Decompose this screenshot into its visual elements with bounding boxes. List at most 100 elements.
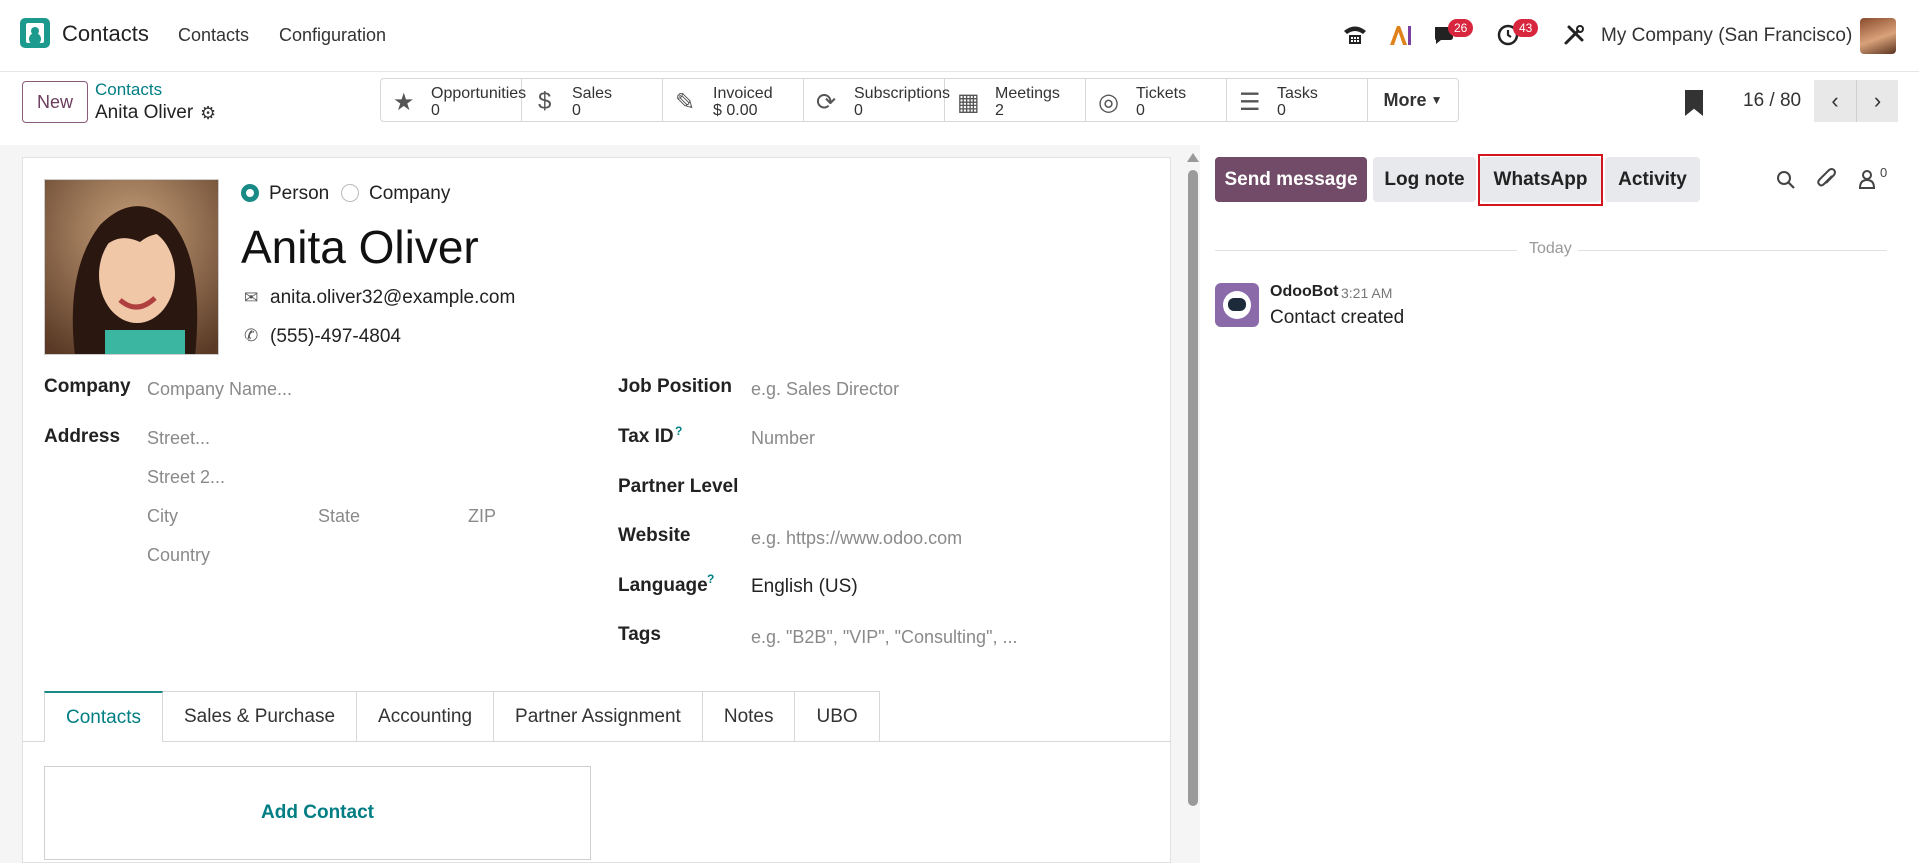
menu-contacts[interactable]: Contacts — [178, 25, 249, 46]
city-input[interactable]: City — [147, 506, 178, 527]
dollar-icon: $ — [538, 88, 552, 115]
send-message-button[interactable]: Send message — [1215, 157, 1367, 202]
contact-photo[interactable] — [44, 179, 219, 355]
email-field[interactable]: anita.oliver32@example.com — [270, 287, 515, 309]
breadcrumb-contacts[interactable]: Contacts — [95, 80, 162, 100]
scroll-up-arrow[interactable] — [1187, 153, 1199, 162]
tax-id-input[interactable]: Number — [751, 428, 815, 449]
pager-previous-button[interactable]: ‹ — [1814, 80, 1856, 122]
message-body: Contact created — [1270, 307, 1405, 328]
log-note-button[interactable]: Log note — [1373, 157, 1476, 202]
stat-value: 0 — [572, 102, 581, 119]
messages-badge: 26 — [1448, 19, 1474, 37]
tab-partner-assignment[interactable]: Partner Assignment — [494, 691, 703, 742]
more-button[interactable]: More ▼ — [1368, 79, 1458, 121]
state-input[interactable]: State — [318, 506, 360, 527]
message-time: 3:21 AM — [1341, 285, 1393, 301]
country-input[interactable]: Country — [147, 545, 210, 566]
smart-buttons: ★ Opportunities 0 $ Sales 0 ✎ Invoiced $… — [380, 78, 1459, 122]
job-position-input[interactable]: e.g. Sales Director — [751, 379, 899, 400]
partner-level-label: Partner Level — [618, 476, 739, 497]
user-avatar[interactable] — [1860, 18, 1896, 54]
search-icon[interactable] — [1776, 170, 1796, 190]
add-contact-button[interactable]: Add Contact — [44, 766, 591, 860]
ai-icon[interactable] — [1388, 24, 1412, 46]
stat-label: Meetings — [995, 85, 1060, 102]
address-label: Address — [44, 426, 121, 447]
website-input[interactable]: e.g. https://www.odoo.com — [751, 528, 962, 549]
stat-label: Invoiced — [713, 85, 773, 102]
lifebuoy-icon: ◎ — [1098, 89, 1119, 116]
more-label: More — [1383, 89, 1427, 110]
stat-label: Tickets — [1136, 85, 1187, 102]
tab-notes[interactable]: Notes — [702, 691, 796, 742]
refresh-icon: ⟳ — [816, 89, 837, 116]
menu-configuration[interactable]: Configuration — [279, 25, 386, 46]
stat-label: Sales — [572, 85, 613, 102]
stat-label: Opportunities — [431, 85, 527, 102]
tax-id-help[interactable]: ? — [675, 424, 682, 438]
stat-value: 0 — [1136, 102, 1145, 119]
person-radio[interactable] — [241, 184, 259, 202]
language-label: Language — [618, 575, 708, 596]
contact-name-field[interactable]: Anita Oliver — [241, 220, 479, 274]
tab-accounting[interactable]: Accounting — [357, 691, 495, 742]
meetings-button[interactable]: ▦ Meetings 2 — [945, 79, 1086, 121]
paperclip-icon[interactable] — [1816, 167, 1838, 191]
street2-input[interactable]: Street 2... — [147, 467, 225, 488]
message-author[interactable]: OdooBot — [1270, 283, 1338, 301]
opportunities-button[interactable]: ★ Opportunities 0 — [381, 79, 526, 121]
gear-icon[interactable]: ⚙ — [200, 103, 216, 124]
invoiced-button[interactable]: ✎ Invoiced $ 0.00 — [663, 79, 804, 121]
street-input[interactable]: Street... — [147, 428, 210, 449]
activity-button[interactable]: Activity — [1605, 157, 1700, 202]
contacts-app-icon[interactable] — [20, 18, 50, 48]
sales-button[interactable]: $ Sales 0 — [522, 79, 663, 121]
language-help[interactable]: ? — [707, 572, 714, 586]
subscriptions-button[interactable]: ⟳ Subscriptions 0 — [804, 79, 950, 121]
phone-icon[interactable] — [1342, 24, 1368, 46]
tickets-button[interactable]: ◎ Tickets 0 — [1086, 79, 1227, 121]
company-type-label[interactable]: Company — [369, 183, 450, 205]
tax-id-label: Tax ID — [618, 426, 674, 447]
stat-value: $ 0.00 — [713, 102, 758, 119]
activities-badge: 43 — [1513, 19, 1539, 37]
company-field-label: Company — [44, 376, 131, 397]
stat-label: Tasks — [1277, 85, 1318, 102]
phone-field[interactable]: (555)-497-4804 — [270, 326, 401, 348]
followers-count: 0 — [1880, 165, 1888, 180]
bookmark-icon[interactable] — [1685, 90, 1703, 116]
tags-input[interactable]: e.g. "B2B", "VIP", "Consulting", ... — [751, 627, 1017, 648]
debug-tools-icon[interactable] — [1563, 24, 1585, 46]
person-label[interactable]: Person — [269, 183, 329, 205]
app-title[interactable]: Contacts — [62, 21, 149, 47]
tasks-button[interactable]: ☰ Tasks 0 — [1227, 79, 1368, 121]
form-scrollbar[interactable] — [1188, 170, 1198, 806]
tab-contacts[interactable]: Contacts — [44, 691, 163, 742]
tab-sales-purchase[interactable]: Sales & Purchase — [162, 691, 358, 742]
tasks-icon: ☰ — [1239, 89, 1261, 116]
envelope-icon: ✉ — [244, 288, 259, 307]
job-position-label: Job Position — [618, 376, 732, 397]
phone-icon: ✆ — [244, 326, 259, 345]
date-separator-left — [1215, 250, 1517, 251]
stat-value: 0 — [854, 102, 863, 119]
portrait-image — [45, 180, 218, 354]
zip-input[interactable]: ZIP — [468, 506, 496, 527]
stat-value: 0 — [1277, 102, 1286, 119]
company-input[interactable]: Company Name... — [147, 379, 292, 400]
calendar-icon: ▦ — [957, 89, 980, 116]
pager-next-button[interactable]: › — [1856, 80, 1898, 122]
followers-icon[interactable] — [1858, 168, 1878, 190]
company-switcher[interactable]: My Company (San Francisco) — [1601, 25, 1852, 47]
company-radio[interactable] — [341, 184, 359, 202]
notebook-tabs: Contacts Sales & Purchase Accounting Par… — [44, 691, 880, 742]
whatsapp-highlight — [1478, 154, 1603, 206]
new-button[interactable]: New — [22, 81, 88, 123]
website-label: Website — [618, 525, 691, 546]
pager-value[interactable]: 16 / 80 — [1743, 90, 1801, 112]
odoobot-avatar[interactable] — [1215, 283, 1259, 327]
language-select[interactable]: English (US) — [751, 576, 858, 598]
date-separator: Today — [1529, 240, 1572, 257]
tab-ubo[interactable]: UBO — [795, 691, 880, 742]
